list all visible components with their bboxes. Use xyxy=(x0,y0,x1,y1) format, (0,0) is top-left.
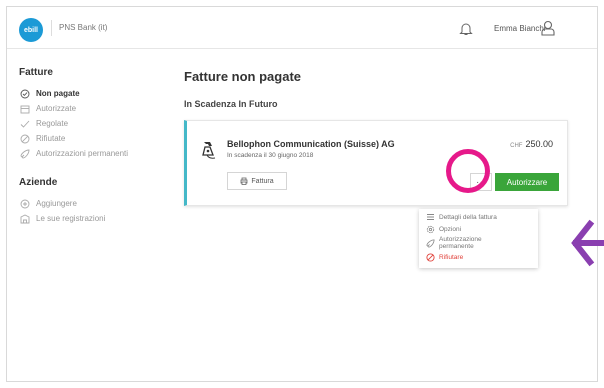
due-date: In scadenza il 30 giugno 2018 xyxy=(227,152,314,159)
telephone-icon xyxy=(202,142,216,159)
sidebar-item-aggiungere[interactable]: Aggiungere xyxy=(19,196,169,211)
sidebar-item-registrazioni[interactable]: Le sue registrazioni xyxy=(19,211,169,226)
logo-divider xyxy=(51,20,52,36)
bank-name: PNS Bank (it) xyxy=(59,23,108,32)
sidebar: Fatture Non pagate Autorizzate Regolate … xyxy=(19,67,169,226)
rocket-icon xyxy=(425,238,435,248)
more-options-button[interactable]: ··· xyxy=(470,173,492,191)
arrow-left-icon xyxy=(571,219,604,267)
menu-item-permanent-authorization[interactable]: Autorizzazione permanente xyxy=(419,235,538,251)
invoice-amount: CHF 250.00 xyxy=(510,139,553,149)
sidebar-item-label: Aggiungere xyxy=(36,199,77,208)
gear-icon xyxy=(425,225,435,234)
app-window: ebill PNS Bank (it) Emma Bianchi Fatture… xyxy=(6,6,598,382)
authorize-button[interactable]: Autorizzare xyxy=(495,173,559,191)
user-name[interactable]: Emma Bianchi xyxy=(494,24,546,33)
forbidden-icon xyxy=(425,252,435,262)
sidebar-section-aziende: Aziende xyxy=(19,177,58,188)
rocket-icon xyxy=(19,149,31,159)
plus-circle-icon xyxy=(19,199,31,209)
top-header: ebill PNS Bank (it) Emma Bianchi xyxy=(7,7,597,49)
page-title: Fatture non pagate xyxy=(184,69,302,84)
bell-icon[interactable] xyxy=(459,22,473,36)
calendar-icon xyxy=(19,104,31,114)
clock-check-icon xyxy=(19,89,31,99)
sidebar-item-rifiutate[interactable]: Rifiutate xyxy=(19,131,169,146)
sidebar-item-label: Regolate xyxy=(36,119,69,128)
more-options-menu: Dettagli della fattura Opzioni Autorizza… xyxy=(419,209,538,268)
sidebar-item-label: Autorizzate xyxy=(36,104,77,113)
user-icon[interactable] xyxy=(540,20,556,36)
menu-item-label: Rifiutare xyxy=(439,253,464,261)
section-heading: In Scadenza In Futuro xyxy=(184,99,278,109)
sidebar-item-label: Non pagate xyxy=(36,89,80,98)
forbidden-icon xyxy=(19,134,31,144)
building-icon xyxy=(19,213,31,224)
sidebar-item-autorizzazioni-permanenti[interactable]: Autorizzazioni permanenti xyxy=(19,146,169,161)
menu-item-options[interactable]: Opzioni xyxy=(419,223,538,235)
menu-item-label: Dettagli della fattura xyxy=(439,213,497,221)
sidebar-section-fatture: Fatture xyxy=(19,67,53,78)
menu-item-invoice-details[interactable]: Dettagli della fattura xyxy=(419,211,538,223)
fattura-label: Fattura xyxy=(251,177,274,185)
sidebar-item-label: Le sue registrazioni xyxy=(36,214,106,223)
sidebar-item-regolate[interactable]: Regolate xyxy=(19,116,169,131)
company-name[interactable]: Bellophon Communication (Suisse) AG xyxy=(227,139,395,149)
ebill-logo[interactable]: ebill xyxy=(19,18,43,42)
invoice-card[interactable]: Bellophon Communication (Suisse) AG In s… xyxy=(184,120,568,206)
sidebar-item-label: Autorizzazioni permanenti xyxy=(36,149,129,158)
amount-value: 250.00 xyxy=(525,139,553,149)
menu-item-label: Opzioni xyxy=(439,225,462,233)
printer-icon xyxy=(241,177,248,185)
menu-item-reject[interactable]: Rifiutare xyxy=(419,251,538,263)
sidebar-item-autorizzate[interactable]: Autorizzate xyxy=(19,101,169,116)
menu-item-label: Autorizzazione permanente xyxy=(439,236,482,250)
check-icon xyxy=(19,119,31,129)
sidebar-item-label: Rifiutate xyxy=(36,134,66,143)
currency-label: CHF xyxy=(510,143,523,149)
view-invoice-button[interactable]: Fattura xyxy=(227,172,287,190)
list-icon xyxy=(425,213,435,222)
sidebar-item-non-pagate[interactable]: Non pagate xyxy=(19,86,169,101)
